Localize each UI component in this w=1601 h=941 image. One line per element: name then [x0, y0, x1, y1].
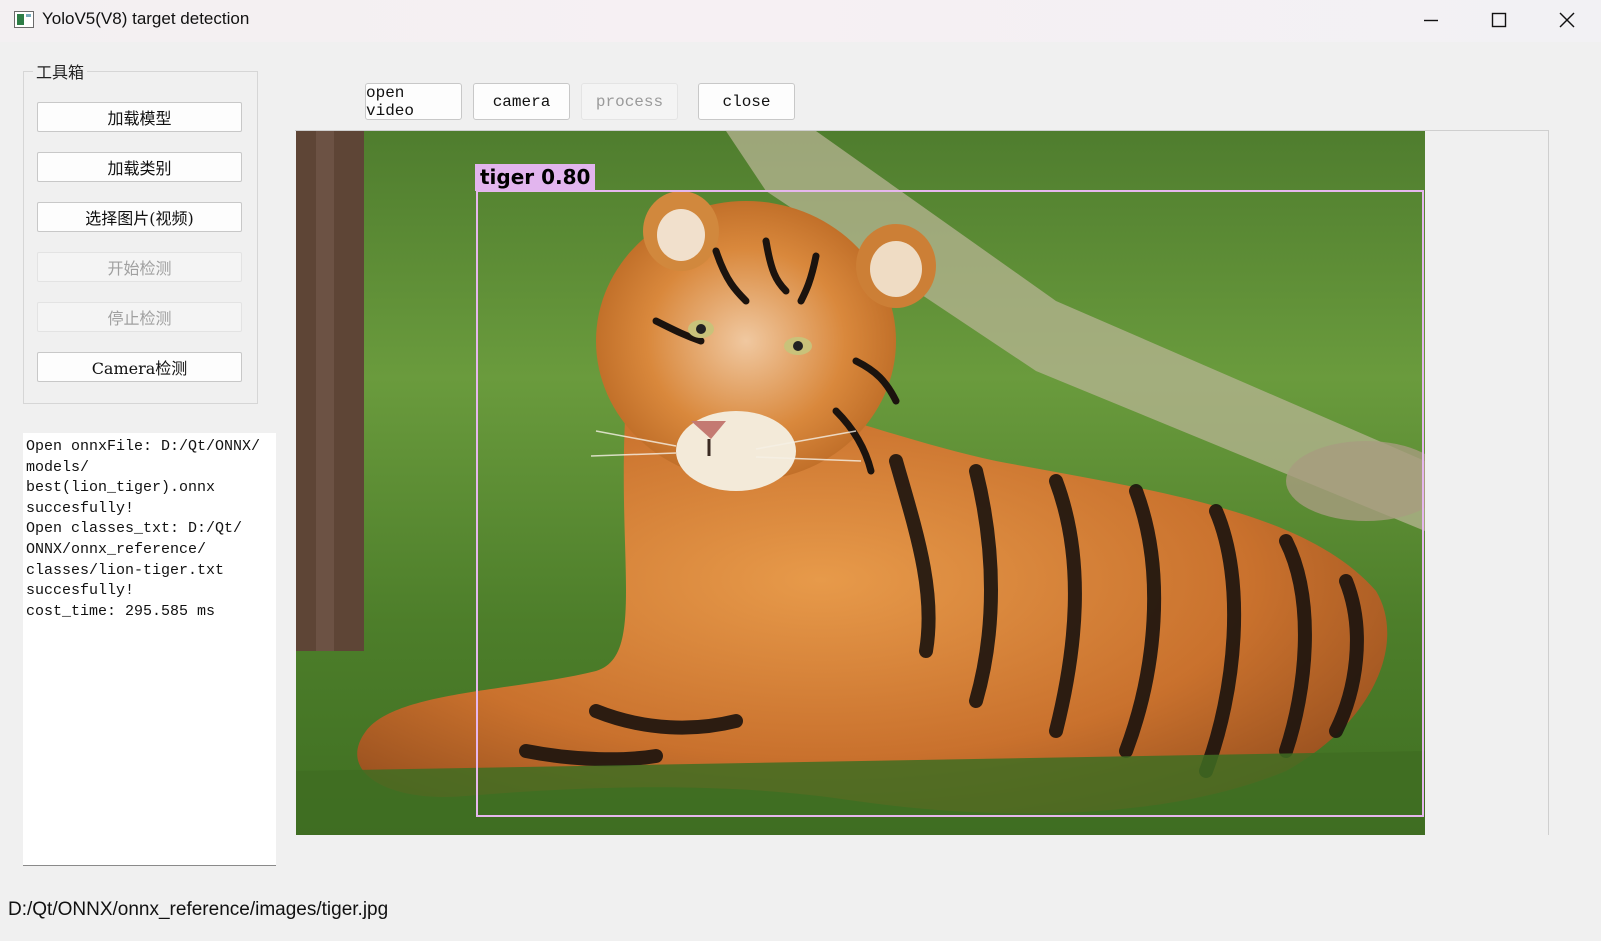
window-title: YoloV5(V8) target detection — [42, 9, 250, 28]
load-model-button[interactable]: 加载模型 — [37, 102, 242, 132]
close-button[interactable]: close — [698, 83, 795, 120]
detection-image: tiger 0.80 — [296, 131, 1425, 835]
close-icon — [1559, 12, 1575, 28]
process-button[interactable]: process — [581, 83, 678, 120]
load-classes-button[interactable]: 加载类别 — [37, 152, 242, 182]
minimize-icon — [1424, 19, 1438, 22]
select-image-button[interactable]: 选择图片(视频) — [37, 202, 242, 232]
log-line: cost_time: 295.585 ms — [26, 602, 216, 620]
open-video-button[interactable]: open video — [365, 83, 462, 120]
maximize-button[interactable] — [1465, 0, 1533, 40]
maximize-icon — [1491, 12, 1507, 28]
minimize-button[interactable] — [1397, 0, 1465, 40]
start-detection-button[interactable]: 开始检测 — [37, 252, 242, 282]
log-line: Open onnxFile: D:/Qt/ONNX/ — [26, 438, 261, 455]
log-line: best(lion_tiger).onnx — [26, 479, 216, 497]
toolbox-title: 工具箱 — [33, 59, 88, 83]
app-icon — [14, 11, 34, 28]
detection-bounding-box — [476, 190, 1424, 817]
log-line: classes/lion-tiger.txt — [26, 561, 225, 579]
stop-detection-button[interactable]: 停止检测 — [37, 302, 242, 332]
camera-detection-button[interactable]: Camera检测 — [37, 352, 242, 382]
log-line: models/ — [26, 458, 90, 476]
title-bar: YoloV5(V8) target detection — [0, 0, 1601, 42]
camera-button[interactable]: camera — [473, 83, 570, 120]
status-bar-path: D:/Qt/ONNX/onnx_reference/images/tiger.j… — [8, 899, 389, 920]
log-output[interactable]: Open onnxFile: D:/Qt/ONNX/ models/ best(… — [23, 433, 276, 866]
close-window-button[interactable] — [1533, 0, 1601, 40]
log-line: Open classes_txt: D:/Qt/ — [26, 520, 243, 538]
log-line: succesfully! — [26, 582, 135, 600]
log-line: ONNX/onnx_reference/ — [26, 540, 207, 558]
log-line: succesfully! — [26, 499, 135, 517]
detection-label: tiger 0.80 — [475, 164, 596, 191]
